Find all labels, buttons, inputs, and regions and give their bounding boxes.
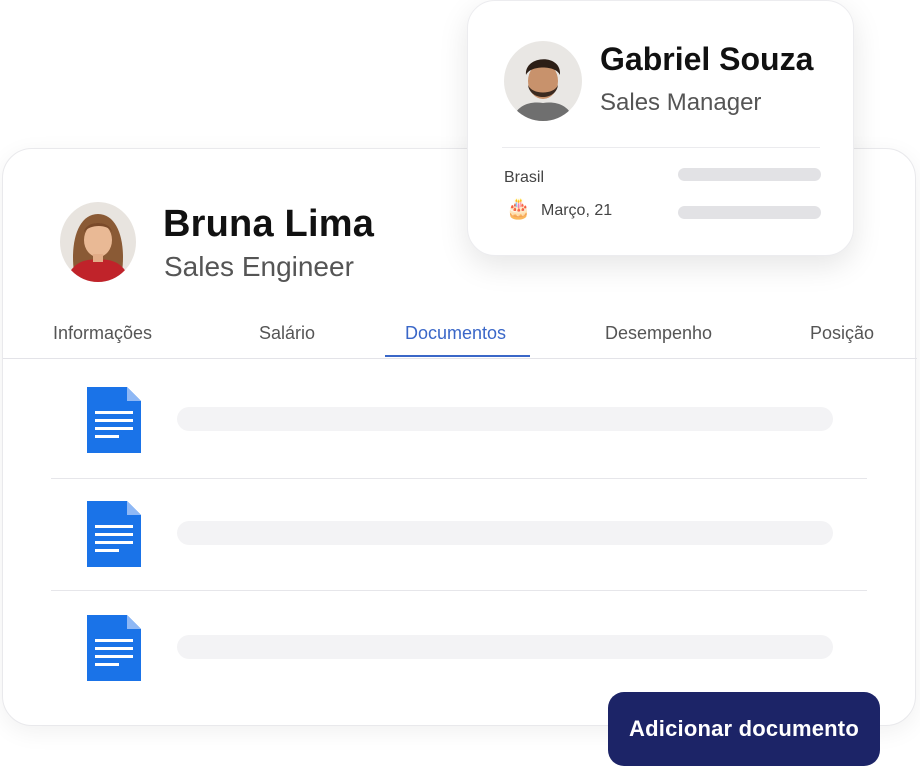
document-name-placeholder — [177, 407, 833, 431]
manager-card: Gabriel Souza Sales Manager Brasil 🎂 Mar… — [467, 0, 854, 256]
manager-role: Sales Manager — [600, 89, 762, 116]
tab-desempenho[interactable]: Desempenho — [605, 323, 712, 344]
tab-informacoes[interactable]: Informações — [53, 323, 152, 344]
profile-tabs: Informações Salário Documentos Desempenh… — [3, 319, 917, 359]
stage: Bruna Lima Sales Engineer Informações Sa… — [0, 0, 920, 766]
employee-avatar — [60, 202, 136, 282]
document-row[interactable] — [51, 481, 867, 591]
tab-salario[interactable]: Salário — [259, 323, 315, 344]
add-document-button[interactable]: Adicionar documento — [608, 692, 880, 766]
document-row[interactable] — [51, 589, 867, 699]
manager-country: Brasil — [504, 169, 545, 186]
manager-birthday: Março, 21 — [541, 202, 613, 219]
document-name-placeholder — [177, 521, 833, 545]
country-value-placeholder — [678, 168, 821, 181]
document-row[interactable] — [51, 369, 867, 479]
tab-documentos[interactable]: Documentos — [405, 323, 506, 344]
document-icon — [87, 501, 141, 567]
employee-name: Bruna Lima — [163, 203, 375, 245]
manager-name: Gabriel Souza — [600, 41, 814, 77]
manager-avatar — [504, 41, 582, 121]
employee-role: Sales Engineer — [164, 251, 354, 282]
birthday-cake-icon: 🎂 — [506, 198, 531, 220]
divider — [502, 147, 820, 148]
active-tab-indicator — [385, 355, 530, 357]
tab-posicao[interactable]: Posição — [810, 323, 874, 344]
document-icon — [87, 387, 141, 453]
document-icon — [87, 615, 141, 681]
birthday-value-placeholder — [678, 206, 821, 219]
document-name-placeholder — [177, 635, 833, 659]
